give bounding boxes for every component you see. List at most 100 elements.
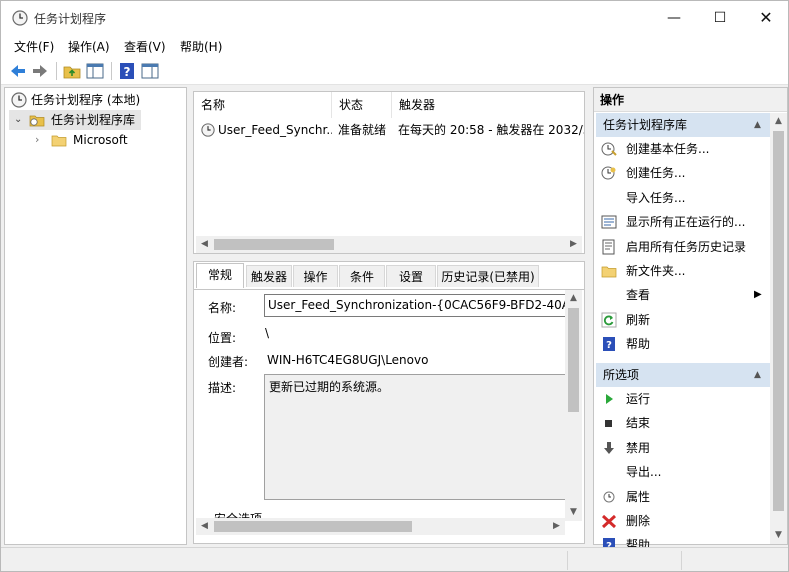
- delete-icon: [601, 513, 617, 529]
- toolbar-separator: [111, 62, 112, 80]
- status-divider: [681, 551, 682, 570]
- action-item-disable[interactable]: 禁用: [594, 436, 770, 460]
- action-label: 刷新: [626, 312, 651, 327]
- action-item-end[interactable]: 结束: [594, 411, 770, 435]
- description-field[interactable]: 更新已过期的系统源。: [264, 374, 566, 500]
- menu-view[interactable]: 查看(V): [124, 38, 166, 55]
- tab-actions[interactable]: 操作: [293, 265, 338, 287]
- forward-icon[interactable]: [30, 61, 50, 81]
- tree-item-microsoft[interactable]: › Microsoft: [9, 130, 185, 150]
- detail-hscrollbar[interactable]: ◀ ▶: [196, 518, 565, 535]
- column-header-name[interactable]: 名称: [194, 92, 332, 118]
- scroll-up-arrow[interactable]: ▲: [565, 290, 582, 307]
- maximize-button[interactable]: ☐: [697, 1, 743, 35]
- chevron-right-icon[interactable]: ›: [35, 130, 39, 150]
- tab-triggers[interactable]: 触发器: [246, 265, 292, 287]
- minimize-button[interactable]: —: [651, 1, 697, 35]
- scroll-left-arrow[interactable]: ◀: [196, 518, 213, 535]
- up-folder-icon[interactable]: [62, 61, 82, 81]
- action-item-create-basic-task[interactable]: 创建基本任务...: [594, 137, 770, 161]
- scrollbar-thumb[interactable]: [214, 239, 334, 250]
- action-item-new-folder[interactable]: 新文件夹...: [594, 259, 770, 283]
- section-header-library[interactable]: 任务计划程序库 ▲: [596, 113, 770, 137]
- scroll-down-arrow[interactable]: ▼: [770, 527, 787, 544]
- end-icon: [601, 415, 617, 431]
- action-label: 新文件夹...: [626, 264, 686, 278]
- tree-item-root[interactable]: 任务计划程序 (本地): [9, 90, 185, 110]
- action-label: 删除: [626, 514, 651, 528]
- action-item-help[interactable]: ? 帮助: [594, 332, 770, 356]
- action-item-view[interactable]: 查看 ▶: [594, 283, 770, 307]
- status-bar: [1, 547, 788, 571]
- detail-vscrollbar[interactable]: ▲ ▼: [565, 290, 582, 521]
- window-title: 任务计划程序: [34, 12, 107, 26]
- scrollbar-thumb[interactable]: [214, 521, 412, 532]
- action-item-properties[interactable]: 属性: [594, 485, 770, 509]
- action-item-import-task[interactable]: 导入任务...: [594, 186, 770, 210]
- history-icon: [601, 239, 617, 255]
- action-label: 导入任务...: [626, 190, 686, 205]
- tab-general[interactable]: 常规: [196, 263, 244, 288]
- task-list-hscrollbar[interactable]: ◀ ▶: [196, 236, 582, 253]
- action-item-history[interactable]: 启用所有任务历史记录: [594, 235, 770, 259]
- action-item-running-tasks[interactable]: 显示所有正在运行的...: [594, 210, 770, 234]
- show-hide-tree-icon[interactable]: [85, 61, 105, 81]
- folder-clock-icon: [29, 115, 45, 127]
- menu-bar: [1, 35, 788, 57]
- action-item-refresh[interactable]: 刷新: [594, 308, 770, 332]
- menu-help[interactable]: 帮助(H): [180, 38, 222, 55]
- menu-file[interactable]: 文件(F): [14, 38, 54, 55]
- task-scheduler-window: 任务计划程序 — ☐ ✕ 文件(F) 操作(A) 查看(V) 帮助(H) ? 任…: [0, 0, 789, 572]
- action-item-run[interactable]: 运行: [594, 387, 770, 411]
- folder-icon: [51, 135, 67, 147]
- properties-icon: [601, 489, 617, 505]
- submenu-arrow-icon: ▶: [754, 289, 762, 301]
- chevron-down-icon[interactable]: ⌄: [14, 110, 22, 130]
- tree-item-library[interactable]: ⌄ 任务计划程序库: [9, 110, 141, 130]
- name-label: 名称:: [208, 301, 237, 315]
- action-label: 结束: [626, 416, 651, 431]
- scrollbar-thumb[interactable]: [773, 131, 784, 511]
- show-hide-action-pane-icon[interactable]: [140, 61, 160, 81]
- tab-divider: [194, 289, 584, 290]
- close-button[interactable]: ✕: [743, 1, 788, 35]
- scroll-left-arrow[interactable]: ◀: [196, 236, 213, 253]
- scroll-right-arrow[interactable]: ▶: [565, 236, 582, 253]
- refresh-icon: [601, 312, 617, 328]
- action-label: 查看: [626, 288, 651, 303]
- collapse-up-icon[interactable]: ▲: [754, 113, 761, 137]
- task-detail-pane: 常规 触发器 操作 条件 设置 历史记录(已禁用) 名称: User_Feed_…: [193, 261, 585, 544]
- table-row[interactable]: User_Feed_Synchr... 准备就绪 在每天的 20:58 - 触发…: [194, 120, 584, 140]
- scroll-right-arrow[interactable]: ▶: [548, 518, 565, 535]
- action-label: 启用所有任务历史记录: [626, 239, 747, 254]
- action-label: 属性: [626, 489, 651, 504]
- help-icon[interactable]: ?: [117, 61, 137, 81]
- action-item-export[interactable]: 导出...: [594, 460, 770, 484]
- scroll-down-arrow[interactable]: ▼: [565, 504, 582, 521]
- action-label: 帮助: [626, 337, 651, 352]
- new-folder-icon: [601, 263, 617, 279]
- task-status-cell: 准备就绪: [338, 123, 387, 137]
- action-item-create-task[interactable]: 创建任务...: [594, 161, 770, 185]
- tab-settings[interactable]: 设置: [386, 265, 436, 287]
- tab-history[interactable]: 历史记录(已禁用): [437, 265, 539, 287]
- task-name-field[interactable]: User_Feed_Synchronization-{0CAC56F9-BFD2…: [264, 294, 566, 317]
- collapse-up-icon[interactable]: ▲: [754, 363, 761, 387]
- actions-vscrollbar[interactable]: ▲ ▼: [770, 113, 787, 544]
- scrollbar-thumb[interactable]: [568, 308, 579, 412]
- tab-conditions[interactable]: 条件: [339, 265, 385, 287]
- create-basic-task-icon: [601, 141, 617, 157]
- tree-item-label: Microsoft: [73, 133, 128, 147]
- column-header-status[interactable]: 状态: [332, 92, 392, 118]
- back-icon[interactable]: [8, 61, 28, 81]
- section-header-selected[interactable]: 所选项 ▲: [596, 363, 770, 387]
- column-header-trigger[interactable]: 触发器: [392, 92, 584, 118]
- scroll-up-arrow[interactable]: ▲: [770, 113, 787, 130]
- toolbar-separator: [56, 62, 57, 80]
- action-item-delete[interactable]: 删除: [594, 509, 770, 533]
- menu-action[interactable]: 操作(A): [68, 38, 110, 55]
- action-label: 显示所有正在运行的...: [626, 215, 746, 230]
- view-icon: [601, 287, 617, 303]
- disable-icon: [601, 440, 617, 456]
- clock-icon: [11, 92, 27, 108]
